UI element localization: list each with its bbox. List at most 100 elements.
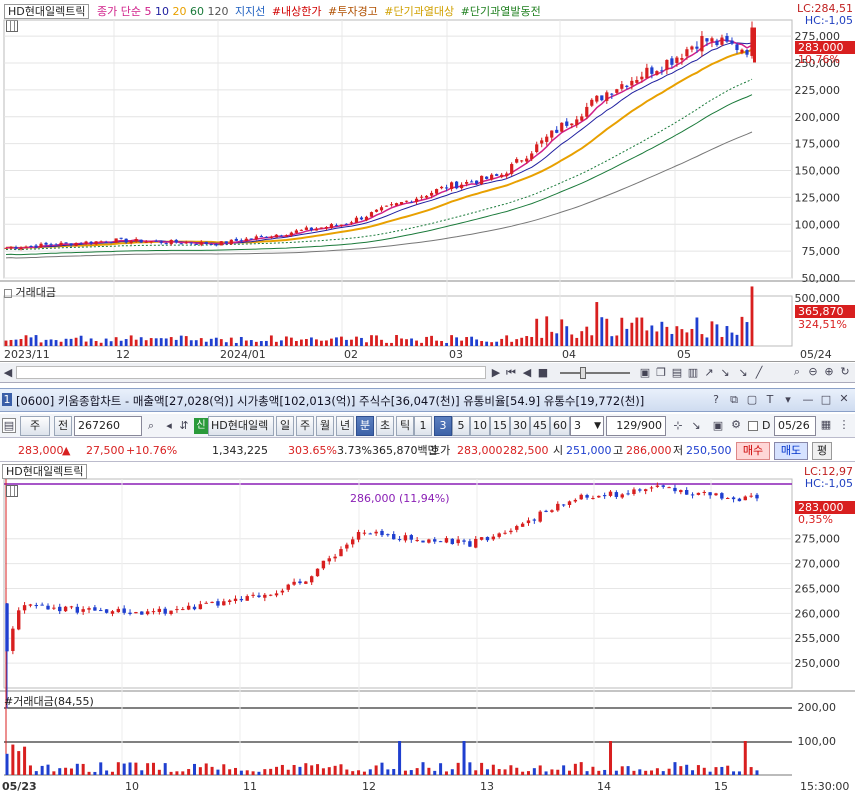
minute-candle: [157, 608, 162, 612]
stop-icon[interactable]: ■: [536, 366, 550, 379]
sort-icon[interactable]: ⇵: [178, 419, 190, 432]
minute-candle: [5, 603, 9, 652]
minimize-icon[interactable]: —: [801, 393, 815, 406]
gear-icon[interactable]: ⚙: [728, 418, 744, 431]
minute-volume-bar: [485, 769, 489, 775]
daily-candle: [510, 164, 514, 174]
sell-button[interactable]: 매도: [774, 442, 808, 460]
first-page-icon[interactable]: ⏮: [504, 366, 518, 380]
speaker-icon[interactable]: ◂: [162, 419, 176, 432]
zoom-out-icon[interactable]: ⊖: [806, 365, 820, 378]
period-day[interactable]: 일: [276, 416, 294, 436]
interval-15[interactable]: 15: [490, 416, 510, 436]
daily-volume-bar: [625, 328, 629, 346]
search-icon[interactable]: ⌕: [790, 365, 804, 379]
maximize-icon[interactable]: □: [819, 393, 833, 406]
period-year[interactable]: 년: [336, 416, 354, 436]
minute-candle: [415, 540, 419, 542]
link-icon[interactable]: ⧉: [727, 393, 741, 407]
zoom-slider[interactable]: [560, 372, 630, 374]
interval-select[interactable]: 3 ▼: [570, 416, 604, 436]
daily-volume-bar: [630, 322, 634, 346]
interval-5[interactable]: 5: [452, 416, 470, 436]
close-icon[interactable]: ✕: [837, 392, 851, 405]
daily-candle: [575, 119, 579, 126]
daily-candle: [14, 247, 18, 249]
interval-3[interactable]: 3: [434, 416, 452, 436]
period-week[interactable]: 주: [296, 416, 314, 436]
period-minute[interactable]: 분: [356, 416, 374, 436]
search-icon[interactable]: ⌕: [144, 419, 158, 433]
eval-button[interactable]: 평: [812, 442, 832, 460]
interval-30[interactable]: 30: [510, 416, 530, 436]
window-title-bar[interactable]: 1 [0600] 키움종합차트 - 매출액[27,028(억)] 시가총액[10…: [0, 388, 855, 412]
daily-candle: [470, 181, 474, 183]
minute-volume-bar: [316, 764, 320, 775]
daily-volume-bar: [665, 326, 669, 346]
chart-scrollbar[interactable]: ◀ ▶ ⏮ ◀ ■ ▣ ❐ ▤ ▥ ↗ ↘ ↘ ╱ ⌕ ⊖ ⊕ ↻: [0, 363, 855, 383]
dropdown-icon[interactable]: ⋮: [836, 418, 852, 431]
daily-volume-bar: [620, 317, 624, 346]
line-tool-icon[interactable]: ╱: [752, 366, 766, 379]
zoom-slider-thumb[interactable]: [580, 367, 586, 379]
stock-code-input[interactable]: 267260: [74, 416, 142, 436]
tile-icon[interactable]: ▤: [670, 366, 684, 379]
daily-volume-bar: [39, 342, 43, 346]
pin-icon[interactable]: T: [763, 393, 777, 406]
period-month[interactable]: 월: [316, 416, 334, 436]
minute-candle: [134, 612, 138, 614]
help-icon[interactable]: ?: [709, 393, 723, 406]
crosshair-icon[interactable]: ⊹: [670, 419, 686, 432]
daily-candle: [745, 50, 749, 55]
minute-candle: [737, 498, 742, 502]
daily-volume-bar: [650, 325, 654, 346]
buy-button[interactable]: 매수: [736, 442, 770, 460]
daily-candle: [249, 238, 253, 240]
all-select[interactable]: 전: [54, 416, 72, 436]
minute-volume-bar: [263, 769, 267, 775]
daily-volume-bar: [4, 340, 8, 346]
bar-counter[interactable]: 129/900: [606, 416, 666, 436]
calendar-icon[interactable]: ▦: [818, 418, 834, 431]
minute-x-label: 13: [480, 780, 494, 793]
save-icon[interactable]: ▣: [710, 419, 726, 432]
date-input[interactable]: 05/26: [774, 416, 816, 436]
copy-icon[interactable]: ❐: [654, 366, 668, 379]
minute-volume-bar: [515, 767, 519, 775]
d-checkbox[interactable]: [748, 421, 758, 431]
market-select[interactable]: 주: [20, 416, 50, 436]
daily-volume-bar: [104, 338, 108, 346]
zoom-in-icon[interactable]: ⊕: [822, 365, 836, 378]
stock-name-field[interactable]: HD현대일렉: [208, 416, 274, 436]
quote-low-label: 저: [673, 444, 684, 457]
minute-volume-bar: [585, 771, 589, 775]
interval-60[interactable]: 60: [550, 416, 570, 436]
trend-down-icon[interactable]: ↘: [718, 366, 732, 379]
chart-type-icon[interactable]: ▥: [686, 366, 700, 379]
daily-volume-bar: [375, 335, 378, 346]
grid-icon[interactable]: [6, 485, 18, 497]
interval-1[interactable]: 1: [414, 416, 432, 436]
daily-x-label: 2023/11: [4, 348, 50, 361]
minute-stock-name[interactable]: HD현대일렉트릭: [2, 464, 88, 479]
period-second[interactable]: 초: [376, 416, 394, 436]
interval-10[interactable]: 10: [470, 416, 490, 436]
scroll-right-icon[interactable]: ▶: [490, 366, 502, 379]
layout-icon[interactable]: ▣: [638, 366, 652, 379]
settings-icon[interactable]: ▾: [781, 393, 795, 406]
minute-volume-bar: [632, 770, 636, 775]
refresh-icon[interactable]: ↻: [838, 365, 852, 378]
panel-toggle-icon[interactable]: ▤: [2, 418, 16, 433]
minute-volume-bar: [550, 769, 554, 775]
interval-45[interactable]: 45: [530, 416, 550, 436]
restore-icon[interactable]: ▢: [745, 393, 759, 406]
daily-candle: [89, 241, 93, 244]
trend-up-icon[interactable]: ↗: [702, 366, 716, 379]
trend-down2-icon[interactable]: ↘: [736, 366, 750, 379]
scroll-left-icon[interactable]: ◀: [2, 366, 14, 379]
draw-icon[interactable]: ↘: [688, 419, 704, 432]
scroll-track[interactable]: [16, 366, 486, 379]
daily-volume-bar: [69, 338, 73, 346]
prev-page-icon[interactable]: ◀: [520, 366, 534, 379]
period-tick[interactable]: 틱: [396, 416, 414, 436]
